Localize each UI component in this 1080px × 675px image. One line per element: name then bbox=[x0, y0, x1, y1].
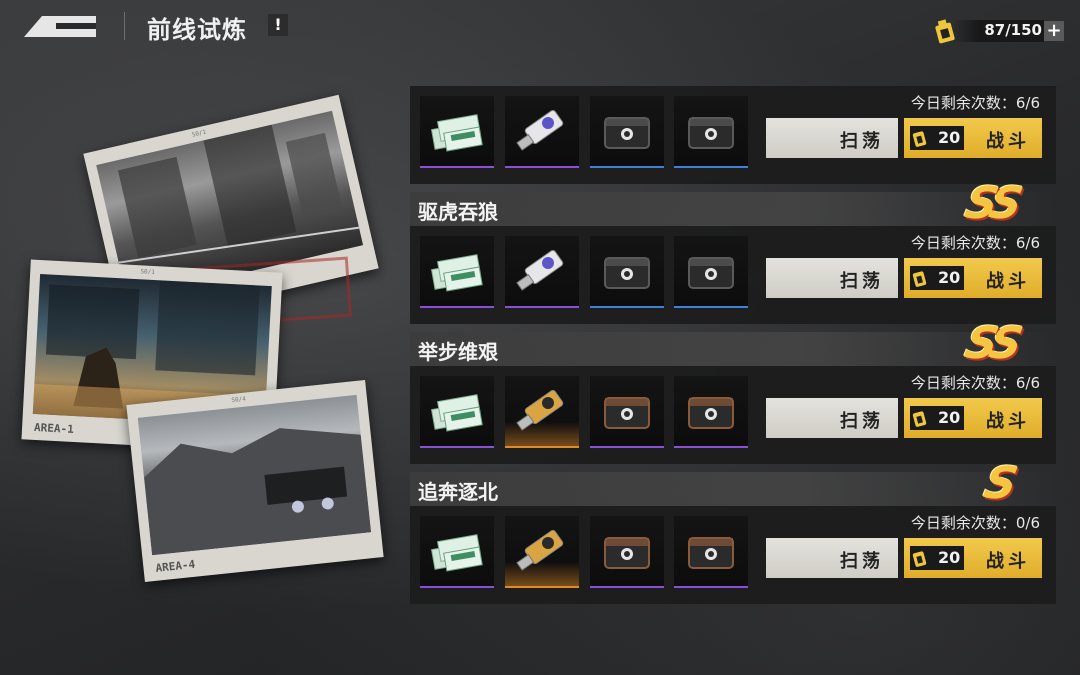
sweep-button[interactable]: 扫荡 bbox=[766, 398, 898, 438]
rarity-line bbox=[674, 586, 748, 588]
reward-supply-crate-purple[interactable] bbox=[674, 376, 748, 448]
info-button[interactable]: ! bbox=[268, 14, 288, 36]
reward-usb-drive-gold[interactable] bbox=[505, 376, 579, 448]
stamina-counter: 87/150 + bbox=[932, 18, 1064, 44]
stage-name: 追奔逐北 bbox=[418, 480, 498, 504]
rarity-line bbox=[674, 446, 748, 448]
add-stamina-button[interactable]: + bbox=[1044, 21, 1064, 41]
cost-box: 20 bbox=[910, 126, 964, 150]
reward-supply-crate-blue[interactable] bbox=[674, 96, 748, 168]
battery-icon bbox=[935, 19, 955, 44]
sweep-button[interactable]: 扫荡 bbox=[766, 118, 898, 158]
photo-code: S0/1 bbox=[140, 268, 156, 277]
reward-supply-crate-purple[interactable] bbox=[674, 516, 748, 588]
rarity-line bbox=[590, 446, 664, 448]
reward-usb-drive-purple[interactable] bbox=[505, 236, 579, 308]
reward-cash-bundle[interactable] bbox=[420, 376, 494, 448]
remaining-attempts: 今日剩余次数：6/6 bbox=[910, 374, 1040, 392]
energy-cost: 20 bbox=[938, 128, 961, 147]
photo-image bbox=[137, 394, 371, 556]
energy-cost: 20 bbox=[938, 268, 961, 287]
fight-button[interactable]: 20 战斗 bbox=[904, 398, 1042, 438]
sweep-button[interactable]: 扫荡 bbox=[766, 258, 898, 298]
reward-supply-crate-blue[interactable] bbox=[590, 236, 664, 308]
reward-cash-bundle[interactable] bbox=[420, 236, 494, 308]
sweep-button[interactable]: 扫荡 bbox=[766, 538, 898, 578]
stage-name: 举步维艰 bbox=[418, 340, 498, 364]
stage-header: 举步维艰 bbox=[410, 332, 1056, 366]
reward-usb-drive-purple[interactable] bbox=[505, 96, 579, 168]
energy-cost: 20 bbox=[938, 408, 961, 427]
photo-caption: AREA-4 bbox=[154, 557, 196, 575]
area-photo-3[interactable]: S0/4 AREA-4 bbox=[126, 379, 384, 583]
rarity-line bbox=[505, 166, 579, 168]
sweep-label: 扫荡 bbox=[840, 131, 884, 152]
stage-panel: 今日剩余次数：6/6 扫荡 20 战斗 bbox=[410, 86, 1056, 184]
grade-badge: SS bbox=[960, 318, 1022, 369]
reward-usb-drive-gold[interactable] bbox=[505, 516, 579, 588]
rarity-line bbox=[420, 306, 494, 308]
energy-cost: 20 bbox=[938, 548, 961, 567]
stage-header: 驱虎吞狼 bbox=[410, 192, 1056, 226]
reward-supply-crate-purple[interactable] bbox=[590, 376, 664, 448]
fight-label: 战斗 bbox=[986, 131, 1030, 152]
fight-label: 战斗 bbox=[986, 271, 1030, 292]
stage-panel: 今日剩余次数：6/6 扫荡 20 战斗 bbox=[410, 226, 1056, 324]
stage-name: 驱虎吞狼 bbox=[418, 200, 498, 224]
back-button[interactable] bbox=[22, 10, 102, 40]
fight-label: 战斗 bbox=[986, 551, 1030, 572]
reward-cash-bundle[interactable] bbox=[420, 516, 494, 588]
fight-button[interactable]: 20 战斗 bbox=[904, 538, 1042, 578]
sweep-label: 扫荡 bbox=[840, 411, 884, 432]
reward-supply-crate-blue[interactable] bbox=[590, 96, 664, 168]
stage-panel: 今日剩余次数：0/6 扫荡 20 战斗 bbox=[410, 506, 1056, 604]
cost-box: 20 bbox=[910, 406, 964, 430]
fight-button[interactable]: 20 战斗 bbox=[904, 118, 1042, 158]
sweep-label: 扫荡 bbox=[840, 551, 884, 572]
reward-cash-bundle[interactable] bbox=[420, 96, 494, 168]
rarity-line bbox=[674, 166, 748, 168]
rarity-line bbox=[505, 306, 579, 308]
reward-supply-crate-purple[interactable] bbox=[590, 516, 664, 588]
rarity-line bbox=[420, 586, 494, 588]
remaining-attempts: 今日剩余次数：6/6 bbox=[910, 94, 1040, 112]
photo-code: S0/1 bbox=[191, 128, 207, 139]
remaining-attempts: 今日剩余次数：6/6 bbox=[910, 234, 1040, 252]
battery-icon bbox=[912, 411, 927, 427]
photo-code: S0/4 bbox=[231, 395, 247, 405]
cost-box: 20 bbox=[910, 546, 964, 570]
photo-caption: AREA-1 bbox=[33, 420, 75, 436]
rarity-line bbox=[674, 306, 748, 308]
cost-box: 20 bbox=[910, 266, 964, 290]
battery-icon bbox=[912, 551, 927, 567]
rarity-line bbox=[590, 166, 664, 168]
rarity-line bbox=[590, 306, 664, 308]
stamina-value: 87/150 bbox=[984, 21, 1042, 39]
rarity-line bbox=[420, 446, 494, 448]
rarity-line bbox=[590, 586, 664, 588]
page-title: 前线试炼 bbox=[147, 16, 247, 44]
fight-label: 战斗 bbox=[986, 411, 1030, 432]
header-divider bbox=[124, 12, 125, 40]
stage-header: 追奔逐北 bbox=[410, 472, 1056, 506]
back-arrow-icon bbox=[24, 16, 96, 37]
reward-supply-crate-blue[interactable] bbox=[674, 236, 748, 308]
fight-button[interactable]: 20 战斗 bbox=[904, 258, 1042, 298]
sweep-label: 扫荡 bbox=[840, 271, 884, 292]
battery-icon bbox=[912, 271, 927, 287]
battery-icon bbox=[912, 131, 927, 147]
rarity-line bbox=[420, 166, 494, 168]
rarity-line bbox=[505, 586, 579, 588]
remaining-attempts: 今日剩余次数：0/6 bbox=[910, 514, 1040, 532]
rarity-line bbox=[505, 446, 579, 448]
screen: 前线试炼 ! 87/150 + S0/1 S0/1 AREA-1 S0/4 AR… bbox=[0, 0, 1080, 675]
grade-badge: SS bbox=[960, 178, 1022, 229]
stage-panel: 今日剩余次数：6/6 扫荡 20 战斗 bbox=[410, 366, 1056, 464]
